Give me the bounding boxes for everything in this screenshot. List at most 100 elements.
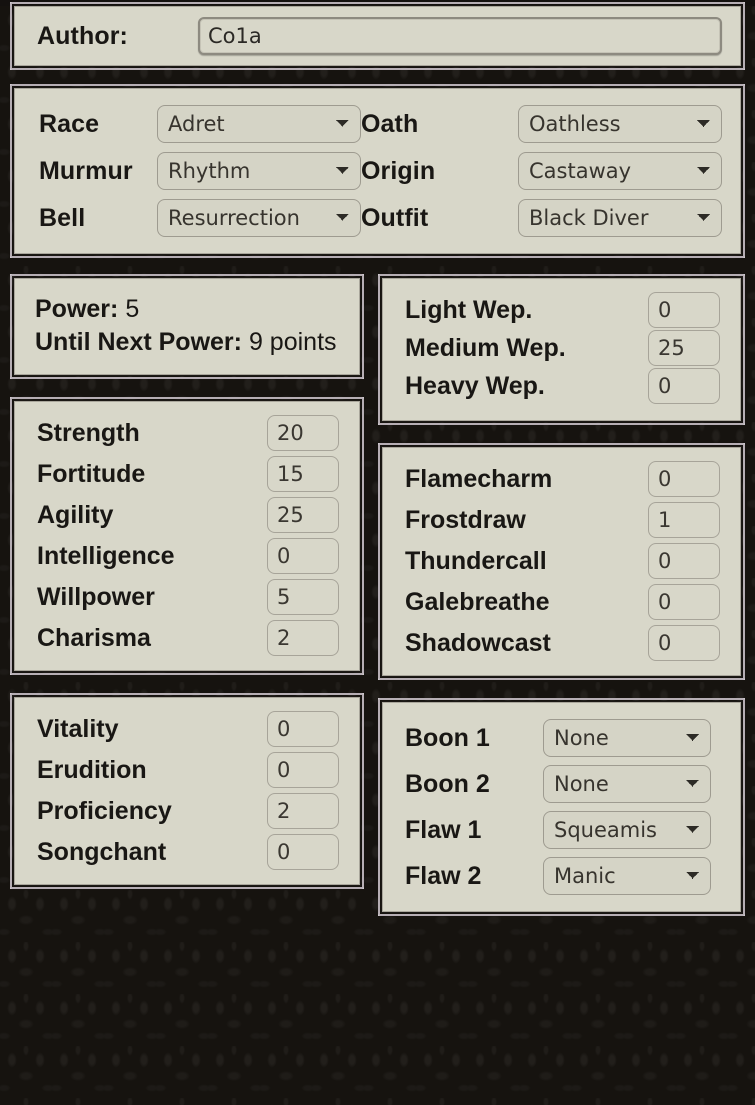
strength-input[interactable] bbox=[267, 415, 339, 451]
stat-row: Medium Wep. bbox=[405, 330, 720, 366]
next-power-line: Until Next Power: 9 points bbox=[35, 326, 341, 359]
shadowcast-input[interactable] bbox=[648, 625, 720, 661]
galebreathe-input[interactable] bbox=[648, 584, 720, 620]
origin-select[interactable]: Castaway bbox=[518, 152, 722, 190]
stat-row: Thundercall bbox=[405, 543, 720, 579]
vitality-label: Vitality bbox=[37, 714, 119, 743]
power-line: Power: 5 bbox=[35, 293, 341, 326]
boon1-label: Boon 1 bbox=[405, 723, 490, 752]
author-label: Author: bbox=[37, 21, 128, 50]
heavy-weapon-label: Heavy Wep. bbox=[405, 371, 545, 400]
boon-row: Boon 2 None bbox=[405, 765, 722, 803]
race-select[interactable]: Adret bbox=[157, 105, 361, 143]
murmur-select[interactable]: Rhythm bbox=[157, 152, 361, 190]
power-panel: Power: 5 Until Next Power: 9 points bbox=[10, 274, 364, 379]
outfit-select[interactable]: Black Diver bbox=[518, 199, 722, 237]
next-power-unit: points bbox=[269, 327, 337, 356]
flaw-row: Flaw 1 Squeamis bbox=[405, 811, 722, 849]
thundercall-input[interactable] bbox=[648, 543, 720, 579]
oath-select[interactable]: Oathless bbox=[518, 105, 722, 143]
stat-row: Vitality bbox=[37, 711, 339, 747]
stat-row: Frostdraw bbox=[405, 502, 720, 538]
charisma-input[interactable] bbox=[267, 620, 339, 656]
boon2-label: Boon 2 bbox=[405, 769, 490, 798]
flaw-row: Flaw 2 Manic bbox=[405, 857, 722, 895]
right-column-top: Light Wep. Medium Wep. Heavy Wep. Flamec… bbox=[378, 274, 745, 916]
power-value: 5 bbox=[125, 295, 140, 323]
bell-select[interactable]: Resurrection bbox=[157, 199, 361, 237]
skills-panel: Vitality Erudition Proficiency Songchant bbox=[10, 693, 364, 889]
flamecharm-label: Flamecharm bbox=[405, 464, 553, 493]
light-weapon-label: Light Wep. bbox=[405, 295, 533, 324]
vitality-input[interactable] bbox=[267, 711, 339, 747]
power-weapons-row: Power: 5 Until Next Power: 9 points Stre… bbox=[10, 274, 745, 916]
power-label: Power: bbox=[35, 295, 119, 323]
stat-row: Flamecharm bbox=[405, 461, 720, 497]
stat-row: Willpower bbox=[37, 579, 339, 615]
flaw2-label: Flaw 2 bbox=[405, 861, 482, 890]
stat-row: Strength bbox=[37, 415, 339, 451]
stat-row: Galebreathe bbox=[405, 584, 720, 620]
charisma-label: Charisma bbox=[37, 623, 151, 652]
boon2-select[interactable]: None bbox=[543, 765, 711, 803]
medium-weapon-label: Medium Wep. bbox=[405, 333, 566, 362]
fortitude-input[interactable] bbox=[267, 456, 339, 492]
medium-weapon-input[interactable] bbox=[648, 330, 720, 366]
frostdraw-label: Frostdraw bbox=[405, 505, 526, 534]
boon-row: Boon 1 None bbox=[405, 719, 722, 757]
next-power-label: Until Next Power: bbox=[35, 327, 242, 356]
author-input[interactable] bbox=[197, 17, 722, 55]
proficiency-input[interactable] bbox=[267, 793, 339, 829]
flaw2-select[interactable]: Manic bbox=[543, 857, 711, 895]
flamecharm-input[interactable] bbox=[648, 461, 720, 497]
boon1-select[interactable]: None bbox=[543, 719, 711, 757]
race-label: Race bbox=[39, 109, 100, 138]
willpower-label: Willpower bbox=[37, 582, 155, 611]
bell-label: Bell bbox=[39, 203, 86, 232]
frostdraw-input[interactable] bbox=[648, 502, 720, 538]
stat-row: Fortitude bbox=[37, 456, 339, 492]
flaw1-select[interactable]: Squeamis bbox=[543, 811, 711, 849]
proficiency-label: Proficiency bbox=[37, 796, 172, 825]
light-weapon-input[interactable] bbox=[648, 292, 720, 328]
attributes-panel: Strength Fortitude Agility Intelligence … bbox=[10, 397, 364, 675]
character-sheet: Author: Race Adret Oath Oathless Murmur … bbox=[0, 2, 755, 1105]
outfit-label: Outfit bbox=[361, 203, 429, 232]
erudition-label: Erudition bbox=[37, 755, 147, 784]
oath-label: Oath bbox=[361, 109, 419, 138]
fortitude-label: Fortitude bbox=[37, 459, 146, 488]
intelligence-input[interactable] bbox=[267, 538, 339, 574]
stat-row: Intelligence bbox=[37, 538, 339, 574]
stat-row: Songchant bbox=[37, 834, 339, 870]
erudition-input[interactable] bbox=[267, 752, 339, 788]
shadowcast-label: Shadowcast bbox=[405, 628, 551, 657]
weapons-panel: Light Wep. Medium Wep. Heavy Wep. bbox=[378, 274, 745, 425]
stat-row: Charisma bbox=[37, 620, 339, 656]
identity-grid: Race Adret Oath Oathless Murmur Rhythm O… bbox=[39, 105, 722, 237]
next-power-value: 9 bbox=[248, 327, 263, 356]
magic-panel: Flamecharm Frostdraw Thundercall Galebre… bbox=[378, 443, 745, 680]
murmur-label: Murmur bbox=[39, 156, 133, 185]
agility-label: Agility bbox=[37, 500, 114, 529]
songchant-input[interactable] bbox=[267, 834, 339, 870]
left-column-top: Power: 5 Until Next Power: 9 points Stre… bbox=[10, 274, 364, 912]
agility-input[interactable] bbox=[267, 497, 339, 533]
songchant-label: Songchant bbox=[37, 837, 167, 866]
stat-row: Agility bbox=[37, 497, 339, 533]
stat-row: Proficiency bbox=[37, 793, 339, 829]
stat-row: Shadowcast bbox=[405, 625, 720, 661]
stat-row: Heavy Wep. bbox=[405, 368, 720, 404]
flaw1-label: Flaw 1 bbox=[405, 815, 482, 844]
boons-flaws-panel: Boon 1 None Boon 2 None Flaw 1 Squeamis bbox=[378, 698, 745, 916]
identity-panel: Race Adret Oath Oathless Murmur Rhythm O… bbox=[10, 84, 745, 258]
strength-label: Strength bbox=[37, 418, 140, 447]
stat-row: Erudition bbox=[37, 752, 339, 788]
intelligence-label: Intelligence bbox=[37, 541, 175, 570]
stat-row: Light Wep. bbox=[405, 292, 720, 328]
author-panel: Author: bbox=[10, 2, 745, 70]
galebreathe-label: Galebreathe bbox=[405, 587, 550, 616]
heavy-weapon-input[interactable] bbox=[648, 368, 720, 404]
thundercall-label: Thundercall bbox=[405, 546, 547, 575]
willpower-input[interactable] bbox=[267, 579, 339, 615]
origin-label: Origin bbox=[361, 156, 436, 185]
